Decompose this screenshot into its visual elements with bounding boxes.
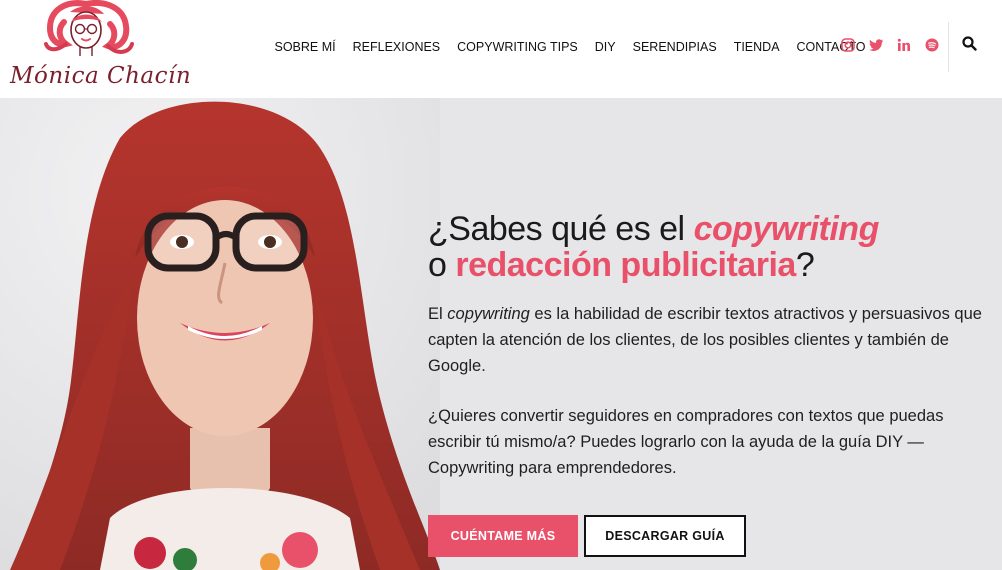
header-divider bbox=[948, 22, 949, 72]
linkedin-icon[interactable] bbox=[896, 37, 912, 53]
nav-item-sobre-mi[interactable]: SOBRE MÍ bbox=[275, 40, 336, 54]
tell-me-more-button[interactable]: CUÉNTAME MÁS bbox=[428, 515, 578, 557]
download-guide-button[interactable]: DESCARGAR GUÍA bbox=[584, 515, 746, 557]
hero-title-accent-copywriting: copywriting bbox=[693, 210, 880, 248]
hero-p1-emphasis: copywriting bbox=[447, 305, 530, 323]
instagram-icon[interactable] bbox=[840, 37, 856, 53]
site-logo[interactable]: Mónica Chacín bbox=[8, 0, 191, 96]
search-icon[interactable] bbox=[962, 36, 980, 54]
social-links bbox=[840, 37, 940, 53]
spotify-icon[interactable] bbox=[924, 37, 940, 53]
nav-item-tienda[interactable]: TIENDA bbox=[734, 40, 780, 54]
hero-title-accent-redaccion: redacción publicitaria bbox=[455, 246, 796, 284]
hero-paragraph-definition: El copywriting es la habilidad de escrib… bbox=[428, 301, 983, 379]
logo-illustration bbox=[44, 0, 134, 56]
nav-item-diy[interactable]: DIY bbox=[595, 40, 616, 54]
main-nav: SOBRE MÍ REFLEXIONES COPYWRITING TIPS DI… bbox=[266, 37, 874, 57]
hero-paragraph-cta: ¿Quieres convertir seguidores en comprad… bbox=[428, 407, 944, 477]
site-header: Mónica Chacín SOBRE MÍ REFLEXIONES COPYW… bbox=[0, 0, 1002, 98]
hero-section: ¿Sabes qué es el copywriting o redacción… bbox=[0, 98, 1002, 570]
hero-title-part1: ¿Sabes qué es el bbox=[428, 210, 694, 248]
hero-p1-prefix: El bbox=[428, 305, 448, 323]
hero-title: ¿Sabes qué es el copywriting o redacción… bbox=[428, 211, 988, 283]
hero-title-part2: o bbox=[428, 246, 456, 284]
hero-title-part3: ? bbox=[795, 246, 815, 284]
nav-item-copywriting-tips[interactable]: COPYWRITING TIPS bbox=[457, 40, 578, 54]
twitter-icon[interactable] bbox=[868, 37, 884, 53]
logo-text: Mónica Chacín bbox=[10, 63, 192, 89]
nav-item-reflexiones[interactable]: REFLEXIONES bbox=[353, 40, 441, 54]
hero-portrait-image bbox=[0, 98, 440, 570]
nav-item-serendipias[interactable]: SERENDIPIAS bbox=[633, 40, 717, 54]
